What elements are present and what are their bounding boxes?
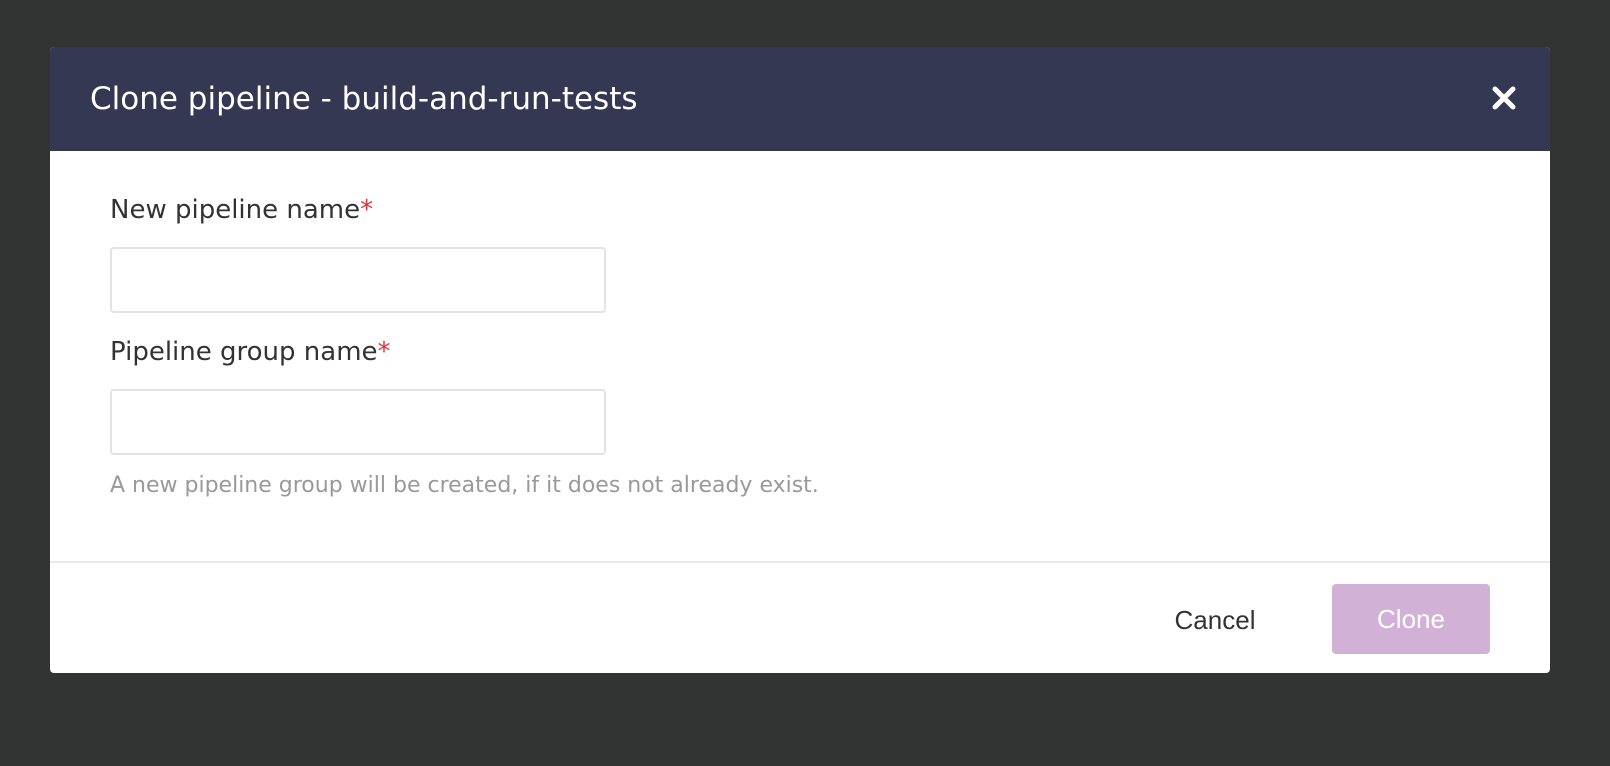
- help-text: A new pipeline group will be created, if…: [110, 473, 819, 498]
- pipeline-name-label: New pipeline name*: [110, 195, 373, 225]
- required-marker: *: [360, 195, 374, 225]
- required-marker: *: [377, 337, 391, 367]
- modal-body: New pipeline name* Pipeline group name* …: [50, 151, 1550, 561]
- close-icon[interactable]: [1490, 84, 1518, 112]
- group-name-label: Pipeline group name*: [110, 337, 391, 367]
- modal-title: Clone pipeline - build-and-run-tests: [90, 81, 638, 117]
- group-name-label-text: Pipeline group name: [110, 337, 378, 367]
- clone-button[interactable]: Clone: [1332, 584, 1490, 654]
- clone-pipeline-modal: Clone pipeline - build-and-run-tests New…: [50, 47, 1550, 673]
- modal-footer: Cancel Clone: [50, 563, 1550, 673]
- cancel-button[interactable]: Cancel: [1155, 598, 1275, 642]
- modal-header: Clone pipeline - build-and-run-tests: [50, 47, 1550, 151]
- pipeline-name-input[interactable]: [110, 247, 606, 313]
- group-name-input[interactable]: [110, 389, 606, 455]
- pipeline-name-label-text: New pipeline name: [110, 195, 361, 225]
